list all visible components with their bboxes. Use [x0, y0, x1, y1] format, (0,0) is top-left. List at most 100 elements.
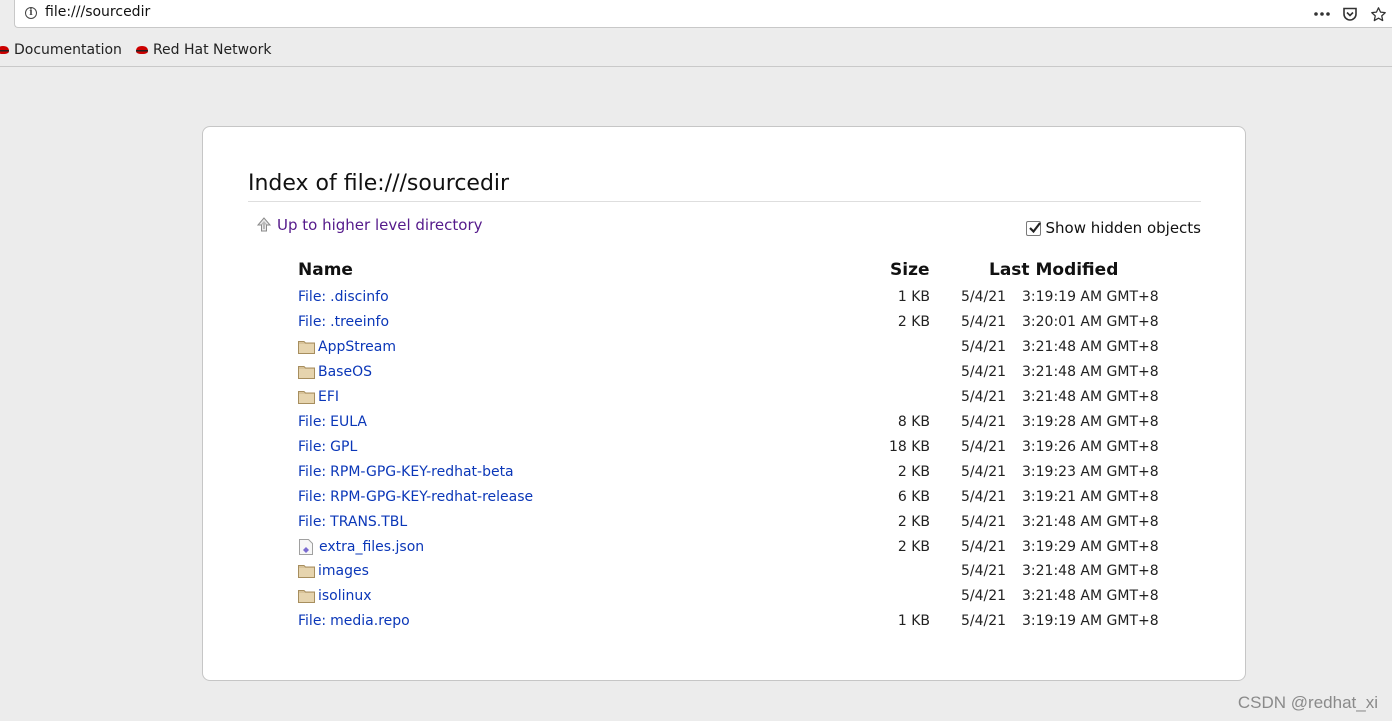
entry-time: 3:19:29 AM GMT+8 — [1022, 538, 1159, 555]
folder-link[interactable]: EFI — [298, 385, 339, 409]
file-link[interactable]: extra_files.json — [298, 535, 424, 559]
column-header-size[interactable]: Size — [890, 260, 930, 280]
entry-name: .discinfo — [330, 289, 389, 305]
table-row: BaseOS 5/4/21 3:21:48 AM GMT+8 — [298, 360, 1198, 384]
entry-name: BaseOS — [318, 363, 372, 380]
entry-size: 6 KB — [897, 488, 930, 505]
column-header-name[interactable]: Name — [298, 260, 353, 280]
folder-icon — [298, 365, 315, 379]
file-prefix: File: — [298, 313, 327, 330]
show-hidden-label: Show hidden objects — [1045, 219, 1201, 237]
entry-size: 2 KB — [897, 313, 930, 330]
entry-name: EULA — [330, 413, 367, 430]
file-link[interactable]: File: RPM-GPG-KEY-redhat-release — [298, 485, 533, 509]
page-actions-icon[interactable] — [1308, 0, 1336, 28]
file-link[interactable]: File: TRANS.TBL — [298, 510, 407, 534]
entry-size: 18 KB — [888, 438, 930, 455]
entry-date: 5/4/21 — [961, 289, 1007, 305]
table-row: images 5/4/21 3:21:48 AM GMT+8 — [298, 559, 1198, 583]
folder-link[interactable]: images — [298, 559, 369, 583]
file-prefix: File: — [298, 488, 327, 505]
entry-size: 1 KB — [897, 289, 930, 305]
navigation-toolbar: i file:///sourcedir — [0, 0, 1392, 30]
file-prefix: File: — [298, 413, 327, 430]
entry-time: 3:19:28 AM GMT+8 — [1022, 413, 1159, 430]
file-prefix: File: — [298, 613, 327, 630]
table-row: File: .treeinfo 2 KB 5/4/21 3:20:01 AM GMT+8 — [298, 310, 1198, 334]
entry-name: RPM-GPG-KEY-redhat-beta — [330, 463, 514, 480]
entry-date: 5/4/21 — [961, 363, 1007, 380]
show-hidden-toggle[interactable]: Show hidden objects — [1026, 219, 1201, 237]
up-link-label: Up to higher level directory — [277, 216, 483, 234]
up-directory-link[interactable]: Up to higher level directory — [255, 216, 483, 234]
url-text[interactable]: file:///sourcedir — [45, 4, 150, 20]
table-row: File: GPL 18 KB 5/4/21 3:19:26 AM GMT+8 — [298, 435, 1198, 459]
entry-time: 3:21:48 AM GMT+8 — [1022, 563, 1159, 580]
file-link[interactable]: File: GPL — [298, 435, 357, 459]
table-row: File: .discinfo 1 KB 5/4/21 3:19:19 AM GMT+8 — [298, 285, 1198, 309]
file-link[interactable]: File: RPM-GPG-KEY-redhat-beta — [298, 460, 514, 484]
folder-link[interactable]: AppStream — [298, 335, 396, 359]
entry-date: 5/4/21 — [961, 388, 1007, 405]
entry-size: 8 KB — [897, 413, 930, 430]
table-row: File: EULA 8 KB 5/4/21 3:19:28 AM GMT+8 — [298, 410, 1198, 434]
entry-name: RPM-GPG-KEY-redhat-release — [330, 488, 534, 505]
bookmark-label: Red Hat Network — [152, 42, 272, 58]
entry-date: 5/4/21 — [961, 488, 1007, 505]
entry-date: 5/4/21 — [961, 338, 1007, 355]
bookmark-star-icon[interactable] — [1364, 0, 1392, 28]
info-icon[interactable]: i — [25, 7, 37, 19]
entry-time: 3:19:26 AM GMT+8 — [1022, 438, 1159, 455]
table-row: File: RPM-GPG-KEY-redhat-release 6 KB 5/4/2… — [298, 485, 1198, 509]
file-prefix: File: — [298, 289, 327, 305]
up-arrow-icon — [256, 217, 272, 232]
page-title: Index of file:///sourcedir — [248, 171, 510, 196]
entry-time: 3:21:48 AM GMT+8 — [1022, 363, 1159, 380]
watermark: CSDN @redhat_xi — [1237, 693, 1378, 712]
entry-name: GPL — [330, 438, 358, 455]
show-hidden-checkbox[interactable] — [1026, 220, 1042, 236]
folder-icon — [298, 390, 315, 404]
entry-time: 3:19:23 AM GMT+8 — [1022, 463, 1159, 480]
entry-date: 5/4/21 — [961, 463, 1007, 480]
entry-name: AppStream — [318, 338, 397, 355]
entry-name: media.repo — [330, 613, 410, 630]
entry-size: 1 KB — [897, 613, 930, 630]
table-row: File: TRANS.TBL 2 KB 5/4/21 3:21:48 AM GMT+8 — [298, 510, 1198, 534]
entry-name: TRANS.TBL — [330, 513, 408, 530]
table-row: AppStream 5/4/21 3:21:48 AM GMT+8 — [298, 335, 1198, 359]
entry-time: 3:21:48 AM GMT+8 — [1022, 338, 1159, 355]
toolbar-divider — [0, 66, 1392, 67]
file-link[interactable]: File: EULA — [298, 410, 367, 434]
table-row: File: RPM-GPG-KEY-redhat-beta 2 KB 5/4/21 3:… — [298, 460, 1198, 484]
title-divider — [248, 201, 1201, 202]
folder-link[interactable]: isolinux — [298, 584, 372, 608]
file-link[interactable]: File: .discinfo — [298, 285, 389, 309]
entry-name: extra_files.json — [319, 538, 425, 555]
file-link[interactable]: File: .treeinfo — [298, 310, 389, 334]
entry-time: 3:21:48 AM GMT+8 — [1022, 513, 1159, 530]
file-link[interactable]: File: media.repo — [298, 609, 410, 633]
url-actions — [1308, 0, 1392, 28]
entry-date: 5/4/21 — [961, 538, 1007, 555]
folder-link[interactable]: BaseOS — [298, 360, 372, 384]
entry-name: images — [318, 563, 369, 580]
file-prefix: File: — [298, 463, 327, 480]
folder-icon — [298, 590, 315, 604]
column-header-last-modified[interactable]: Last Modified — [989, 260, 1118, 280]
entry-time: 3:20:01 AM GMT+8 — [1022, 313, 1159, 330]
entry-time: 3:21:48 AM GMT+8 — [1022, 588, 1159, 605]
address-bar[interactable]: i file:///sourcedir — [14, 0, 1392, 28]
entry-size: 2 KB — [897, 463, 930, 480]
entry-date: 5/4/21 — [961, 513, 1007, 530]
entry-time: 3:19:21 AM GMT+8 — [1022, 488, 1159, 505]
entry-size: 2 KB — [897, 513, 930, 530]
folder-icon — [298, 565, 315, 579]
table-row: isolinux 5/4/21 3:21:48 AM GMT+8 — [298, 584, 1198, 608]
entry-name: EFI — [318, 388, 340, 405]
entry-time: 3:19:19 AM GMT+8 — [1022, 289, 1159, 305]
directory-listing-card: Index of file:///sourcedir Up to higher … — [202, 126, 1246, 681]
pocket-icon[interactable] — [1336, 0, 1364, 28]
bookmark-documentation[interactable]: Documentation — [0, 42, 122, 58]
bookmark-red-hat-network[interactable]: Red Hat Network — [134, 42, 272, 58]
